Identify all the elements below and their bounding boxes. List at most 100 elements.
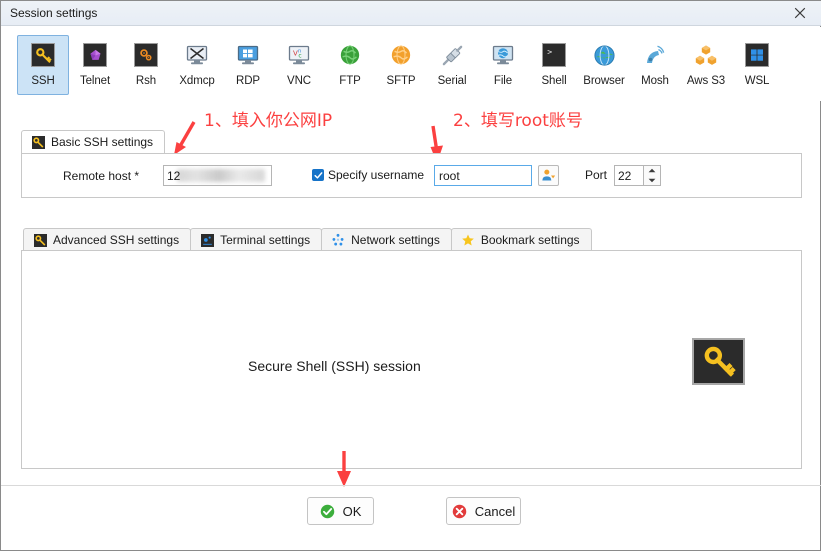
remote-host-input[interactable]: 12 [163,165,272,186]
secondary-tabrow: Advanced SSH settings Terminal settings [23,227,592,251]
protocol-label: Browser [583,75,625,87]
window-title: Session settings [10,6,98,20]
earth-globe-glyph [593,44,615,66]
telnet-icon [82,42,108,68]
specify-username-label[interactable]: Specify username [328,168,424,182]
checkmark-icon [313,171,322,179]
protocol-label: Xdmcp [179,75,215,87]
close-icon [794,7,805,19]
protocol-button-xdmcp[interactable]: Xdmcp [171,35,223,95]
basic-settings-tabrow: Basic SSH settings [21,129,166,153]
port-label: Port [585,168,608,182]
annotation-arrow-3 [337,451,351,487]
close-button[interactable] [777,1,821,25]
svg-text:c: c [298,52,301,59]
protocol-button-aws-s3[interactable]: Aws S3 [680,35,732,95]
protocol-button-wsl[interactable]: WSL [731,35,783,95]
gears-glyph [140,49,152,61]
port-increment-button[interactable] [644,166,660,176]
tab-bookmark-settings[interactable]: Bookmark settings [450,228,592,251]
protocol-label: Shell [541,75,567,87]
xdmcp-icon [184,42,210,68]
shell-prompt-icon: > [541,42,567,68]
protocol-label: Aws S3 [686,75,726,87]
protocol-button-rsh[interactable]: Rsh [120,35,172,95]
port-value: 22 [618,168,632,183]
ssh-key-icon [31,135,45,149]
file-monitor-icon [490,42,516,68]
green-globe-glyph [340,45,360,65]
protocol-button-serial[interactable]: Serial [426,35,478,95]
protocol-button-mosh[interactable]: Mosh [629,35,681,95]
rdp-monitor-icon [235,42,261,68]
specify-username-checkbox[interactable] [312,169,324,181]
protocol-label: File [493,75,513,87]
chevron-up-icon [648,169,656,173]
user-select-icon [542,169,556,181]
satellite-dish-glyph [647,45,665,63]
footer-divider [1,485,821,486]
tab-label: Terminal settings [220,233,311,247]
protocol-label: RDP [236,75,260,87]
title-bar: Session settings [1,1,821,26]
protocol-button-sftp[interactable]: SFTP [375,35,427,95]
cube-cluster-glyph [695,45,717,65]
protocol-button-rdp[interactable]: RDP [222,35,274,95]
protocol-label: Serial [437,75,467,87]
port-decrement-button[interactable] [644,176,660,186]
tab-label: Network settings [351,233,440,247]
vnc-monitor-icon: V n c [286,42,312,68]
protocol-button-browser[interactable]: Browser [578,35,630,95]
tab-network-settings[interactable]: Network settings [321,228,452,251]
ok-button[interactable]: OK [307,497,374,525]
cancel-button[interactable]: Cancel [446,497,521,525]
remote-host-label: Remote host * [63,169,140,183]
protocol-button-telnet[interactable]: Telnet [69,35,121,95]
chevron-down-icon [648,178,656,182]
protocol-button-ssh[interactable]: SSH [17,35,69,95]
remote-host-value: 12 [167,168,181,183]
annotation-1-public-ip: 1、填入你公网IP [204,111,333,131]
monitor-windows-glyph [237,45,259,65]
port-stepper[interactable] [643,165,661,186]
aws-s3-icon [693,42,719,68]
browser-globe-icon [591,42,617,68]
monitor-globe-glyph [492,45,514,65]
protocol-button-vnc[interactable]: V n c VNC [273,35,325,95]
star-icon [461,233,475,247]
tab-label: Basic SSH settings [51,135,154,149]
ssh-key-icon [692,338,745,385]
user-select-button[interactable] [538,165,559,186]
tab-terminal-settings[interactable]: Terminal settings [190,228,323,251]
protocol-label: VNC [287,75,311,87]
mosh-dish-icon [642,42,668,68]
annotation-arrow-1 [174,121,196,155]
prompt-caret-glyph: > [547,46,552,56]
protocol-label: Mosh [641,75,669,87]
username-input[interactable]: root [434,165,532,186]
rsh-gears-icon [133,42,159,68]
ftp-globe-icon [337,42,363,68]
username-value: root [439,168,460,183]
tab-label: Bookmark settings [480,233,580,247]
tab-advanced-ssh-settings[interactable]: Advanced SSH settings [23,228,192,251]
protocol-button-shell[interactable]: > Shell [528,35,580,95]
ssh-key-icon [30,42,56,68]
tab-basic-ssh-settings[interactable]: Basic SSH settings [21,130,166,153]
purple-gem-glyph [90,49,100,60]
annotation-2-root-account: 2、填写root账号 [453,111,583,131]
port-input[interactable]: 22 [614,165,643,186]
protocol-button-file[interactable]: File [477,35,529,95]
monitor-x-glyph [186,45,208,65]
key-glyph [704,346,736,377]
terminal-icon [200,233,214,247]
protocol-label: SSH [31,75,55,87]
key-glyph [35,47,52,63]
session-settings-dialog: Session settings SSH Telnet Rsh Xdmcp RD… [0,0,821,551]
protocol-toolbar: SSH Telnet Rsh Xdmcp RDP V n c VNC FTP S… [1,27,821,101]
protocol-button-ftp[interactable]: FTP [324,35,376,95]
monitor-vnc-glyph: V n c [288,45,310,65]
ok-label: OK [342,503,362,519]
ssh-key-icon [33,233,47,247]
remote-host-redaction-blur [177,169,265,182]
